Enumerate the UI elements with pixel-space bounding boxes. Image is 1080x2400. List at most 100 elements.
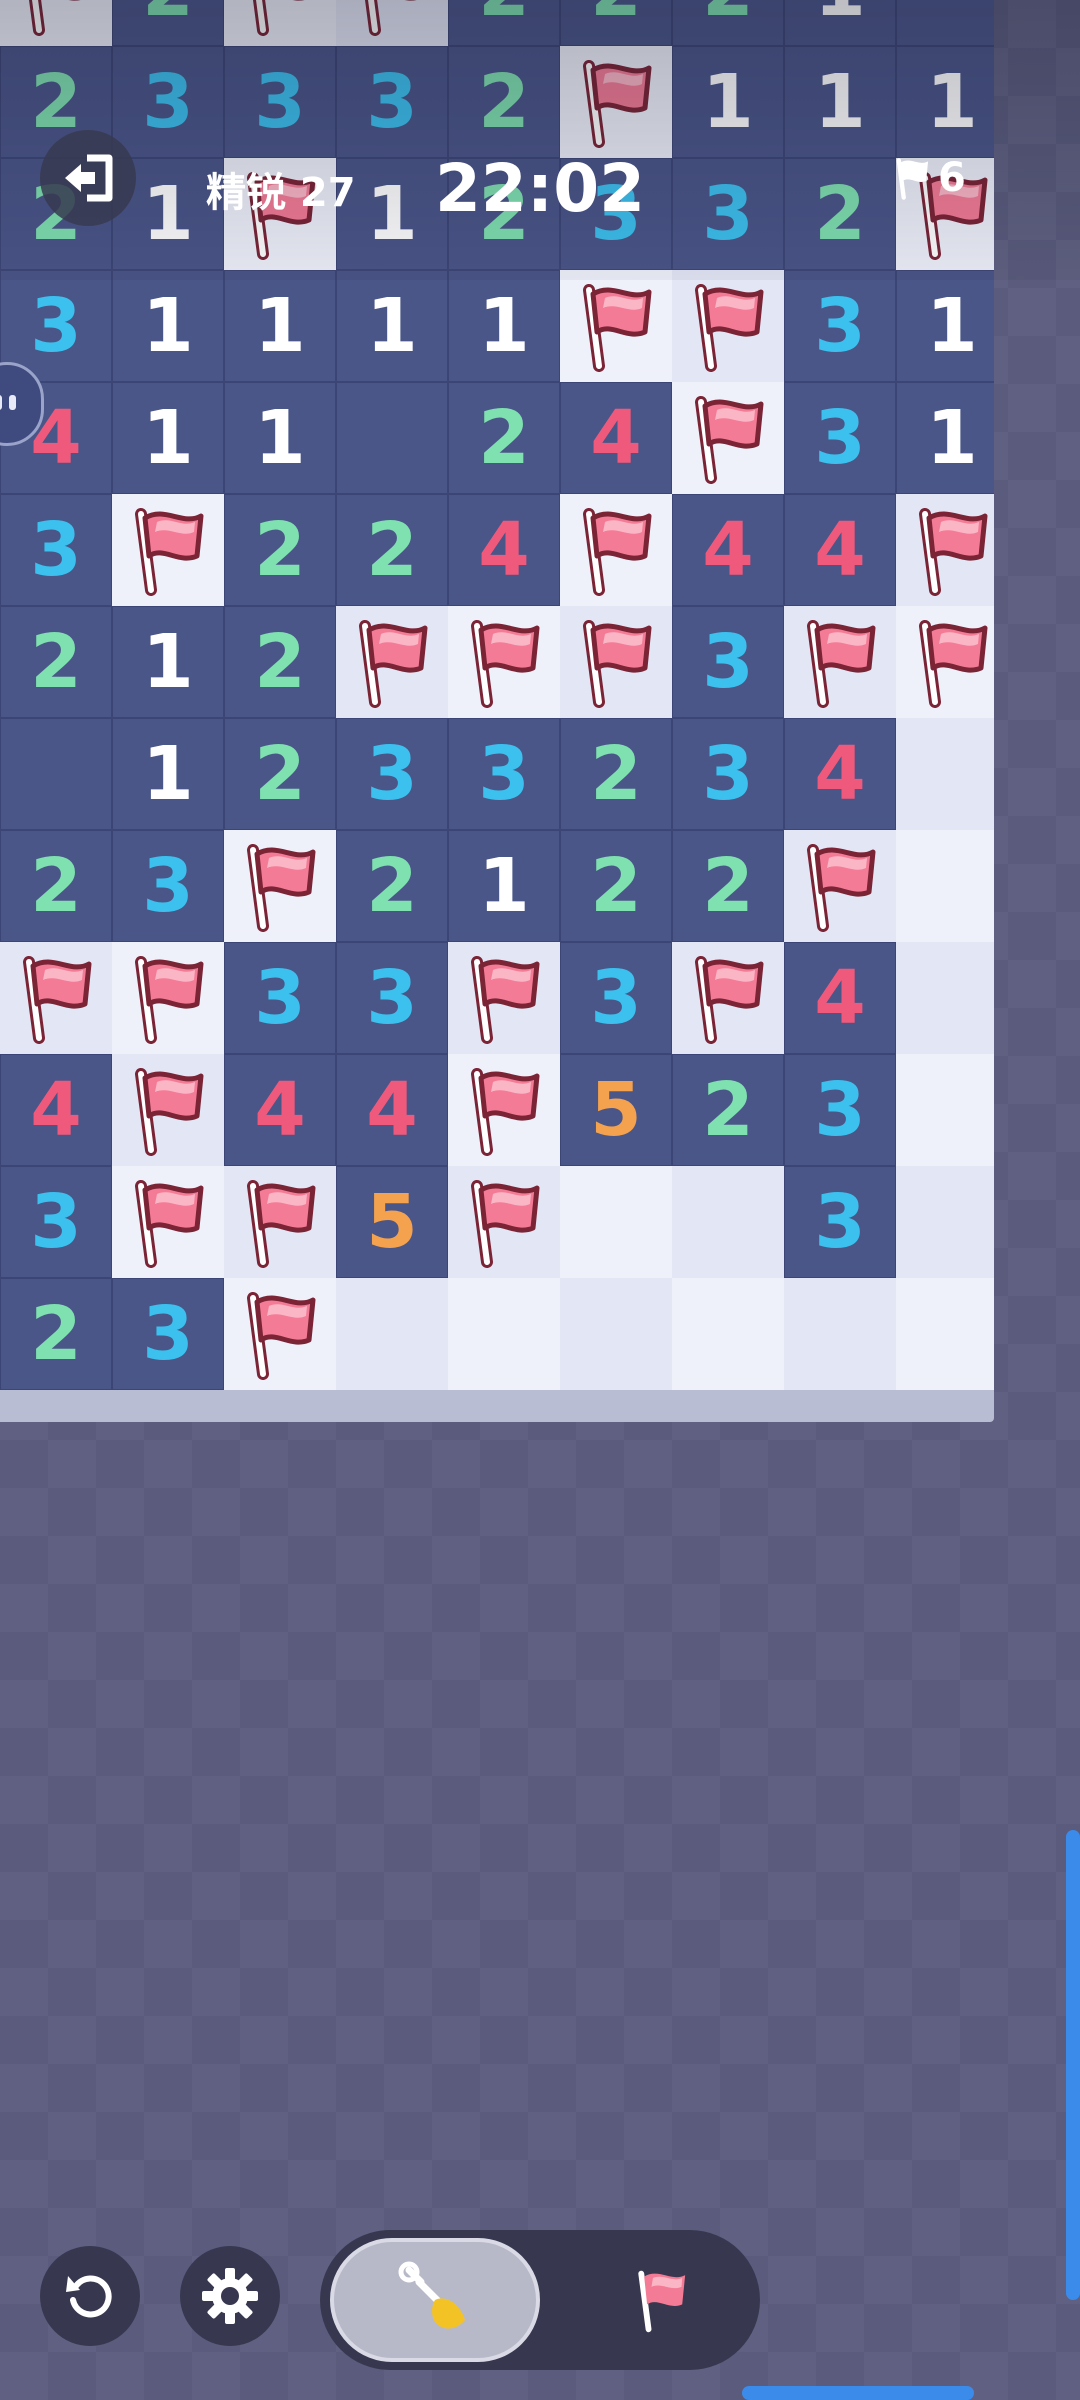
- number-cell[interactable]: 3: [672, 158, 784, 270]
- flagged-cell[interactable]: [672, 270, 784, 382]
- number-cell[interactable]: 2: [448, 382, 560, 494]
- restart-button[interactable]: [40, 2246, 140, 2346]
- number-cell[interactable]: 4: [448, 494, 560, 606]
- flagged-cell[interactable]: [224, 0, 336, 46]
- flagged-cell[interactable]: [224, 830, 336, 942]
- flagged-cell[interactable]: [336, 0, 448, 46]
- flagged-cell[interactable]: [672, 382, 784, 494]
- number-cell[interactable]: 1: [896, 270, 994, 382]
- hidden-cell[interactable]: [896, 830, 994, 942]
- number-cell[interactable]: 2: [336, 830, 448, 942]
- number-cell[interactable]: 4: [784, 942, 896, 1054]
- hidden-cell[interactable]: [896, 1278, 994, 1390]
- number-cell[interactable]: 2: [0, 606, 112, 718]
- number-cell[interactable]: 4: [336, 1054, 448, 1166]
- hidden-cell[interactable]: [896, 1166, 994, 1278]
- number-cell[interactable]: 1: [112, 606, 224, 718]
- number-cell[interactable]: 3: [336, 942, 448, 1054]
- flagged-cell[interactable]: [112, 942, 224, 1054]
- number-cell[interactable]: 2: [560, 0, 672, 46]
- number-cell[interactable]: 2: [336, 494, 448, 606]
- hidden-cell[interactable]: [896, 942, 994, 1054]
- flagged-cell[interactable]: [560, 270, 672, 382]
- empty-cell[interactable]: [896, 0, 994, 46]
- flagged-cell[interactable]: [448, 1054, 560, 1166]
- number-cell[interactable]: 3: [560, 942, 672, 1054]
- flagged-cell[interactable]: [896, 606, 994, 718]
- number-cell[interactable]: 3: [112, 830, 224, 942]
- flagged-cell[interactable]: [112, 494, 224, 606]
- number-cell[interactable]: 1: [672, 46, 784, 158]
- number-cell[interactable]: 3: [112, 1278, 224, 1390]
- number-cell[interactable]: 2: [672, 0, 784, 46]
- flagged-cell[interactable]: [448, 606, 560, 718]
- number-cell[interactable]: 5: [336, 1166, 448, 1278]
- number-cell[interactable]: 3: [784, 1054, 896, 1166]
- hidden-cell[interactable]: [560, 1278, 672, 1390]
- number-cell[interactable]: 3: [448, 718, 560, 830]
- number-cell[interactable]: 3: [672, 718, 784, 830]
- number-cell[interactable]: 1: [448, 830, 560, 942]
- exit-button[interactable]: [40, 130, 136, 226]
- number-cell[interactable]: 3: [224, 46, 336, 158]
- hidden-cell[interactable]: [448, 1278, 560, 1390]
- dig-mode-button[interactable]: [330, 2238, 540, 2362]
- number-cell[interactable]: 2: [448, 46, 560, 158]
- number-cell[interactable]: 2: [224, 494, 336, 606]
- flagged-cell[interactable]: [448, 1166, 560, 1278]
- home-indicator[interactable]: [742, 2386, 974, 2400]
- number-cell[interactable]: 2: [112, 0, 224, 46]
- flagged-cell[interactable]: [0, 0, 112, 46]
- number-cell[interactable]: 1: [112, 270, 224, 382]
- number-cell[interactable]: 1: [224, 382, 336, 494]
- number-cell[interactable]: 1: [896, 382, 994, 494]
- number-cell[interactable]: 4: [672, 494, 784, 606]
- flag-mode-button[interactable]: [576, 2238, 746, 2362]
- number-cell[interactable]: 2: [224, 606, 336, 718]
- hidden-cell[interactable]: [784, 1278, 896, 1390]
- flagged-cell[interactable]: [224, 1278, 336, 1390]
- number-cell[interactable]: 4: [560, 382, 672, 494]
- number-cell[interactable]: 2: [560, 830, 672, 942]
- flagged-cell[interactable]: [112, 1166, 224, 1278]
- flagged-cell[interactable]: [560, 46, 672, 158]
- flagged-cell[interactable]: [560, 606, 672, 718]
- number-cell[interactable]: 1: [896, 46, 994, 158]
- hidden-cell[interactable]: [560, 1166, 672, 1278]
- flagged-cell[interactable]: [336, 606, 448, 718]
- number-cell[interactable]: 3: [784, 382, 896, 494]
- flagged-cell[interactable]: [224, 1166, 336, 1278]
- number-cell[interactable]: 3: [112, 46, 224, 158]
- number-cell[interactable]: 2: [0, 830, 112, 942]
- number-cell[interactable]: 3: [784, 1166, 896, 1278]
- number-cell[interactable]: 4: [784, 494, 896, 606]
- number-cell[interactable]: 1: [112, 382, 224, 494]
- number-cell[interactable]: 4: [0, 1054, 112, 1166]
- hidden-cell[interactable]: [672, 1166, 784, 1278]
- number-cell[interactable]: 1: [224, 270, 336, 382]
- number-cell[interactable]: 2: [672, 830, 784, 942]
- hidden-cell[interactable]: [672, 1278, 784, 1390]
- number-cell[interactable]: 1: [784, 46, 896, 158]
- number-cell[interactable]: 4: [784, 718, 896, 830]
- hidden-cell[interactable]: [896, 718, 994, 830]
- number-cell[interactable]: 2: [0, 1278, 112, 1390]
- number-cell[interactable]: 2: [672, 1054, 784, 1166]
- number-cell[interactable]: 2: [448, 0, 560, 46]
- number-cell[interactable]: 3: [0, 494, 112, 606]
- flagged-cell[interactable]: [112, 1054, 224, 1166]
- empty-cell[interactable]: [336, 382, 448, 494]
- number-cell[interactable]: 3: [784, 270, 896, 382]
- flagged-cell[interactable]: [448, 942, 560, 1054]
- number-cell[interactable]: 3: [0, 1166, 112, 1278]
- flagged-cell[interactable]: [784, 606, 896, 718]
- number-cell[interactable]: 2: [784, 158, 896, 270]
- flagged-cell[interactable]: [672, 942, 784, 1054]
- number-cell[interactable]: 5: [560, 1054, 672, 1166]
- settings-button[interactable]: [180, 2246, 280, 2346]
- number-cell[interactable]: 3: [336, 718, 448, 830]
- number-cell[interactable]: 2: [560, 718, 672, 830]
- flagged-cell[interactable]: [560, 494, 672, 606]
- flagged-cell[interactable]: [896, 494, 994, 606]
- mode-switch[interactable]: [320, 2230, 760, 2370]
